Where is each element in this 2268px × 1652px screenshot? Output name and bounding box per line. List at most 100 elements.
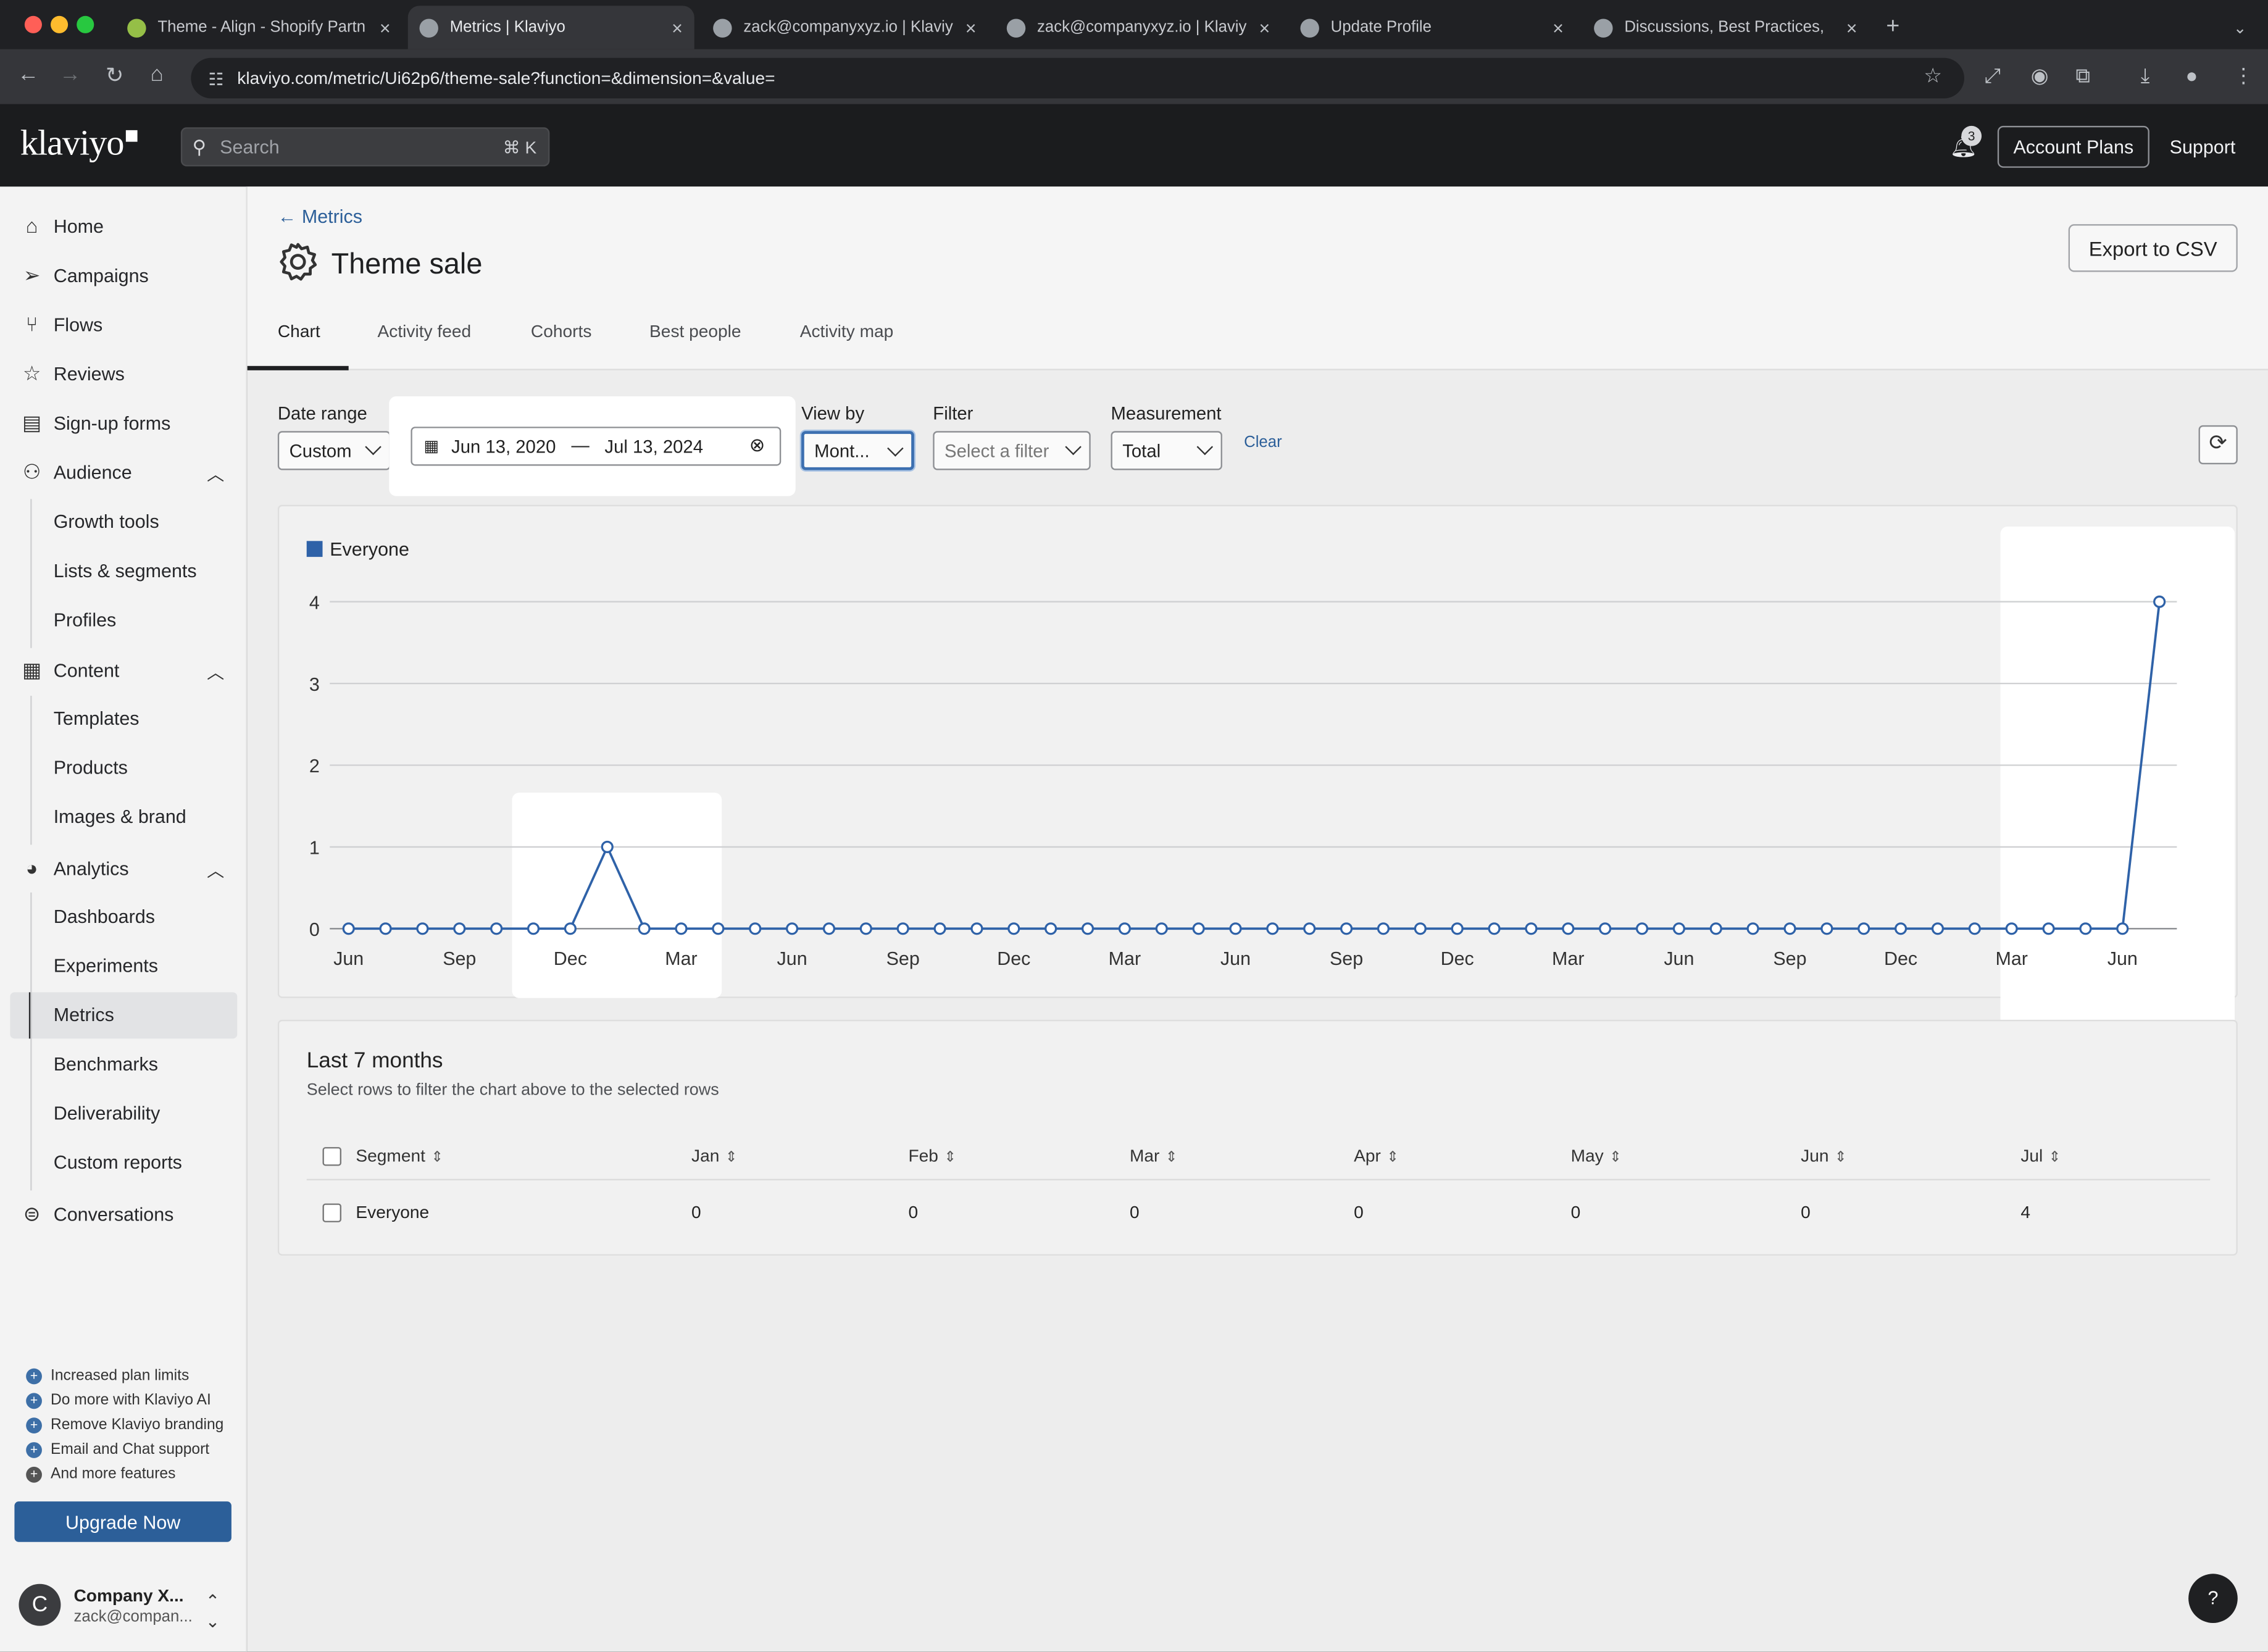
data-point (1931, 922, 1945, 935)
table-cell: 0 (1354, 1202, 1364, 1222)
column-header-jan[interactable]: Jan ⇕ (691, 1146, 737, 1166)
data-point (1414, 922, 1427, 935)
select-all-checkbox[interactable] (322, 1147, 341, 1166)
x-tick-label: Jun (2107, 948, 2138, 969)
table-subtitle: Select rows to filter the chart above to… (306, 1082, 719, 1099)
x-tick-label: Mar (665, 948, 697, 969)
x-tick-label: Sep (886, 948, 920, 969)
data-point (638, 922, 651, 935)
x-tick-label: Dec (554, 948, 587, 969)
data-point (859, 922, 872, 935)
x-tick-label: Sep (443, 948, 476, 969)
data-point (2153, 595, 2166, 608)
data-point (1007, 922, 1020, 935)
x-tick-label: Mar (1109, 948, 1141, 969)
data-point (1377, 922, 1390, 935)
y-tick-label: 0 (309, 919, 320, 940)
table-cell: 4 (2020, 1202, 2030, 1222)
data-point (1081, 922, 1094, 935)
data-point (453, 922, 466, 935)
data-point (1266, 922, 1279, 935)
data-point (1525, 922, 1538, 935)
x-tick-label: Dec (997, 948, 1030, 969)
table-cell-segment: Everyone (356, 1202, 430, 1222)
data-point (1044, 922, 1057, 935)
data-point (1635, 922, 1649, 935)
column-header-jul[interactable]: Jul ⇕ (2020, 1146, 2061, 1166)
x-tick-label: Jun (1664, 948, 1694, 969)
data-point (2116, 922, 2129, 935)
y-tick-label: 1 (309, 838, 320, 859)
data-point (342, 922, 355, 935)
data-point (675, 922, 688, 935)
data-point (933, 922, 946, 935)
data-point (1192, 922, 1205, 935)
x-tick-label: Jun (333, 948, 364, 969)
table-card (277, 1019, 2238, 1256)
row-checkbox[interactable] (322, 1203, 341, 1222)
table-cell: 0 (1801, 1202, 1811, 1222)
data-point (786, 922, 799, 935)
data-point (1229, 922, 1242, 935)
data-point (1599, 922, 1612, 935)
sort-icon[interactable]: ⇕ (2049, 1150, 2061, 1166)
column-header-mar[interactable]: Mar ⇕ (1130, 1146, 1177, 1166)
table-cell: 0 (1570, 1202, 1581, 1222)
y-tick-label: 2 (309, 756, 320, 777)
data-point (2079, 922, 2092, 935)
data-point (1968, 922, 1981, 935)
help-button[interactable]: ? (2188, 1574, 2238, 1623)
data-point (564, 922, 577, 935)
sort-icon[interactable]: ⇕ (431, 1150, 443, 1166)
x-tick-label: Jun (1220, 948, 1251, 969)
table-cell: 0 (1129, 1202, 1140, 1222)
data-point (712, 922, 725, 935)
data-point (1303, 922, 1316, 935)
x-tick-label: Dec (1441, 948, 1474, 969)
sort-icon[interactable]: ⇕ (944, 1150, 956, 1166)
data-point (1562, 922, 1575, 935)
y-tick-label: 3 (309, 674, 320, 695)
data-point (379, 922, 392, 935)
data-point (822, 922, 836, 935)
line-chart: 0 1 2 3 4 Jun Sep Dec Mar Jun Sep Dec Mar Jun Sep Dec Ma… (309, 592, 2177, 969)
table-header-divider (306, 1179, 2211, 1180)
data-point (896, 922, 909, 935)
data-point (749, 922, 762, 935)
data-point (490, 922, 503, 935)
table-cell: 0 (691, 1202, 701, 1222)
data-point (1746, 922, 1759, 935)
table-cell: 0 (908, 1202, 919, 1222)
sort-icon[interactable]: ⇕ (1165, 1150, 1178, 1166)
sort-icon[interactable]: ⇕ (1386, 1150, 1399, 1166)
data-point (1155, 922, 1168, 935)
data-point (1451, 922, 1464, 935)
sort-icon[interactable]: ⇕ (1609, 1150, 1622, 1166)
column-header-jun[interactable]: Jun ⇕ (1801, 1146, 1846, 1166)
table-title: Last 7 months (306, 1048, 443, 1074)
x-tick-label: Dec (1884, 948, 1917, 969)
data-point (2005, 922, 2018, 935)
data-point (1118, 922, 1131, 935)
data-point (1340, 922, 1353, 935)
x-tick-label: Mar (1995, 948, 2027, 969)
data-point (601, 840, 614, 853)
data-point (1820, 922, 1833, 935)
x-tick-label: Mar (1552, 948, 1584, 969)
column-header-segment[interactable]: Segment ⇕ (356, 1146, 443, 1166)
data-point (1857, 922, 1870, 935)
data-point (416, 922, 429, 935)
column-header-apr[interactable]: Apr ⇕ (1354, 1146, 1399, 1166)
data-point (2042, 922, 2055, 935)
sort-icon[interactable]: ⇕ (1835, 1150, 1847, 1166)
column-header-feb[interactable]: Feb ⇕ (908, 1146, 956, 1166)
data-point (527, 922, 540, 935)
sort-icon[interactable]: ⇕ (725, 1150, 738, 1166)
data-point (1709, 922, 1722, 935)
data-point (970, 922, 983, 935)
column-header-may[interactable]: May ⇕ (1571, 1146, 1622, 1166)
x-tick-label: Jun (777, 948, 807, 969)
data-point (1672, 922, 1685, 935)
data-point (1488, 922, 1501, 935)
data-point (1895, 922, 1907, 935)
